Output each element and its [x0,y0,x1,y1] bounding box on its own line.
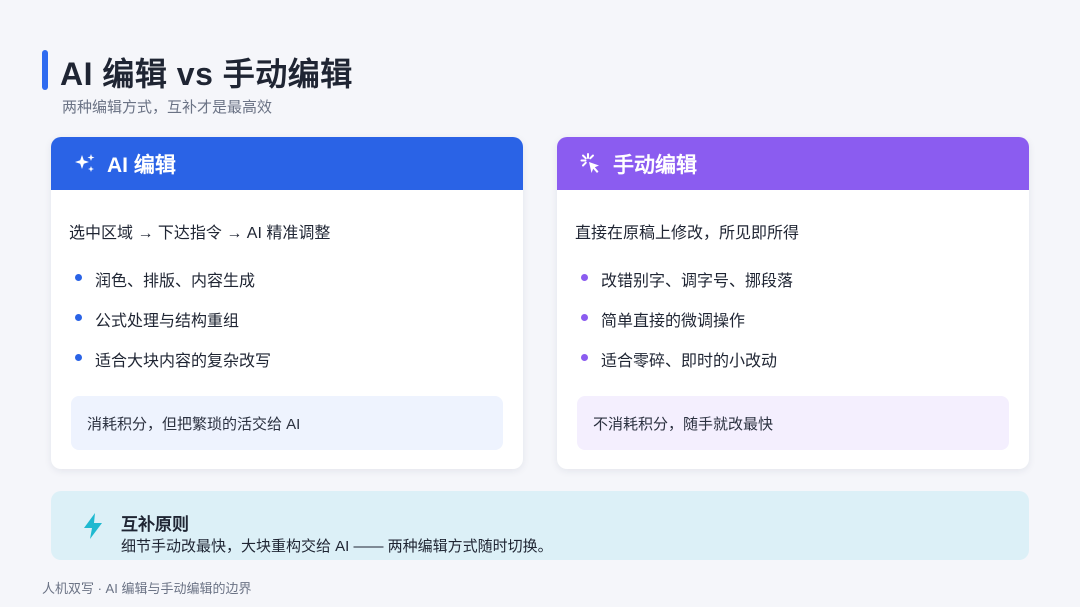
manual-edit-note: 不消耗积分，随手就改最快 [577,396,1009,450]
list-item-text: 适合零碎、即时的小改动 [601,353,778,370]
manual-edit-card-header: 手动编辑 [557,137,1029,190]
footer-caption: 人机双写 · AI 编辑与手动编辑的边界 [42,581,252,596]
banner-title: 互补原则 [121,515,189,534]
ai-edit-note: 消耗积分，但把繁琐的活交给 AI [71,396,503,450]
page-subtitle: 两种编辑方式，互补才是最高效 [62,99,273,116]
ai-edit-feature-list: 润色、排版、内容生成 公式处理与结构重组 适合大块内容的复杂改写 [75,267,271,387]
bullet-dot [75,314,82,321]
ai-edit-card: AI 编辑 选中区域 → 下达指令 → AI 精准调整 润色、排版、内容生成 公… [51,137,523,469]
page-title: AI 编辑 vs 手动编辑 [60,56,353,92]
list-item-text: 适合大块内容的复杂改写 [95,353,272,370]
list-item: 润色、排版、内容生成 [75,267,271,307]
lightning-icon [81,512,105,540]
list-item: 适合零碎、即时的小改动 [581,347,793,387]
ai-edit-card-title: AI 编辑 [107,153,176,177]
list-item: 改错别字、调字号、挪段落 [581,267,793,307]
manual-edit-card-title: 手动编辑 [613,153,697,177]
pointer-click-icon [579,152,603,176]
bullet-dot [581,314,588,321]
title-accent-bar [42,50,48,90]
list-item: 公式处理与结构重组 [75,307,271,347]
list-item-text: 润色、排版、内容生成 [95,273,256,290]
list-item-text: 简单直接的微调操作 [601,313,746,330]
list-item: 适合大块内容的复杂改写 [75,347,271,387]
bullet-dot [75,274,82,281]
bullet-dot [75,354,82,361]
list-item-text: 改错别字、调字号、挪段落 [601,273,794,290]
complement-principle-banner: 互补原则 细节手动改最快，大块重构交给 AI —— 两种编辑方式随时切换。 [51,491,1029,560]
manual-edit-card: 手动编辑 直接在原稿上修改，所见即所得 改错别字、调字号、挪段落 简单直接的微调… [557,137,1029,469]
bullet-dot [581,274,588,281]
list-item: 简单直接的微调操作 [581,307,793,347]
bullet-dot [581,354,588,361]
banner-text: 细节手动改最快，大块重构交给 AI —— 两种编辑方式随时切换。 [121,538,553,555]
list-item-text: 公式处理与结构重组 [95,313,240,330]
manual-edit-feature-list: 改错别字、调字号、挪段落 简单直接的微调操作 适合零碎、即时的小改动 [581,267,793,387]
manual-edit-description: 直接在原稿上修改，所见即所得 [575,225,800,242]
sparkles-icon [73,152,97,176]
ai-edit-card-header: AI 编辑 [51,137,523,190]
ai-edit-flow: 选中区域 → 下达指令 → AI 精准调整 [69,225,331,242]
